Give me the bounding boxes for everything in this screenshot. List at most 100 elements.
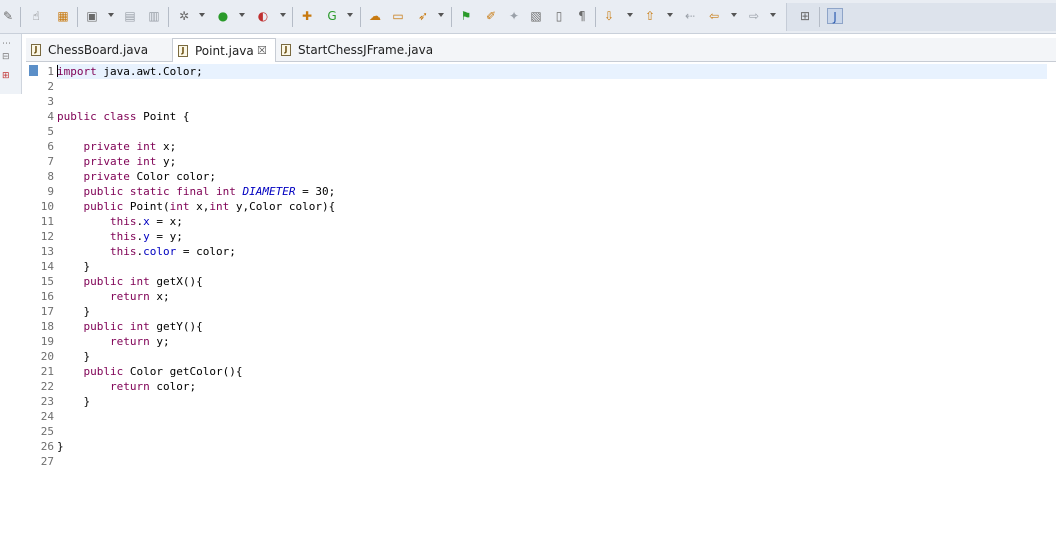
java-file-icon: J xyxy=(31,44,41,56)
view-menu-icon[interactable]: ⋯ xyxy=(2,38,16,50)
mark-occurrences-icon[interactable]: ✐ xyxy=(483,8,499,24)
line-number: 21 xyxy=(40,365,54,378)
code-line[interactable]: private Color color; xyxy=(57,169,216,184)
open-type-icon[interactable]: ☁ xyxy=(367,8,383,24)
previous-annotation-icon[interactable]: ⇧ xyxy=(642,8,658,24)
chevron-down-icon[interactable] xyxy=(770,13,776,17)
line-number: 18 xyxy=(40,320,54,333)
hierarchy-icon[interactable]: ⊞ xyxy=(2,70,16,82)
code-line[interactable]: } xyxy=(57,394,90,409)
debug-icon[interactable]: ✲ xyxy=(176,8,192,24)
show-whitespace-icon[interactable]: ▯ xyxy=(551,8,567,24)
line-number: 26 xyxy=(40,440,54,453)
java-perspective-icon[interactable]: J xyxy=(827,8,843,24)
line-number: 25 xyxy=(40,425,54,438)
chevron-down-icon[interactable] xyxy=(627,13,633,17)
chevron-down-icon[interactable] xyxy=(347,13,353,17)
line-number: 11 xyxy=(40,215,54,228)
code-line[interactable]: private int y; xyxy=(57,154,177,169)
line-number: 2 xyxy=(47,80,54,93)
code-line[interactable]: public Point(int x,int y,Color color){ xyxy=(57,199,336,214)
tab-point-java[interactable]: J Point.java ☒ xyxy=(172,38,276,62)
toolbar-separator xyxy=(595,7,596,27)
chevron-down-icon[interactable] xyxy=(731,13,737,17)
line-number: 1 xyxy=(47,65,54,78)
code-area[interactable]: import java.awt.Color; public class Point… xyxy=(57,62,1047,552)
toolbar-left-group: ✎ ☝ ▦ ▣ ▤ ▥ ✲ ● ◐ ✚ G ☁ ▭ ➶ ⚑ ✐ ✦ ▧ ▯ ¶ … xyxy=(0,3,786,31)
word-wrap-icon[interactable]: ▧ xyxy=(528,8,544,24)
pin-editor-icon[interactable]: ✎ xyxy=(0,8,16,24)
line-number: 3 xyxy=(47,95,54,108)
pilcrow-icon[interactable]: ¶ xyxy=(574,8,590,24)
toggle-block-icon[interactable]: ✦ xyxy=(506,8,522,24)
open-folder-icon[interactable]: ▭ xyxy=(390,8,406,24)
editor-tab-bar: J ChessBoard.java J Point.java ☒ J Start… xyxy=(26,38,1056,62)
restore-icon[interactable]: ⊟ xyxy=(2,51,16,63)
save-icon[interactable]: ▤ xyxy=(122,8,138,24)
line-number: 13 xyxy=(40,245,54,258)
line-number: 4 xyxy=(47,110,54,123)
tab-label: Point.java xyxy=(195,44,254,58)
bookmark-marker[interactable] xyxy=(29,65,38,76)
code-line[interactable]: return color; xyxy=(57,379,196,394)
line-number: 10 xyxy=(40,200,54,213)
code-line[interactable]: } xyxy=(57,349,90,364)
new-class-icon[interactable]: G xyxy=(324,8,340,24)
toggle-breadcrumb-icon[interactable]: ⚑ xyxy=(458,8,474,24)
code-editor[interactable]: 1 2 3 4 5 6 7 8 9 10 11 12 13 14 15 16 17 18 19 20 21 22 23 24 2… xyxy=(26,62,1056,552)
run-icon[interactable]: ● xyxy=(215,8,231,24)
next-annotation-icon[interactable]: ⇩ xyxy=(601,8,617,24)
tab-chessboard-java[interactable]: J ChessBoard.java xyxy=(26,38,172,62)
chevron-down-icon[interactable] xyxy=(667,13,673,17)
tab-label: ChessBoard.java xyxy=(48,43,149,57)
back-icon[interactable]: ⇦ xyxy=(706,8,722,24)
chevron-down-icon[interactable] xyxy=(199,13,205,17)
line-number: 27 xyxy=(40,455,54,468)
toggle-mark-icon[interactable]: ☝ xyxy=(28,8,44,24)
java-file-icon: J xyxy=(178,45,188,57)
code-line[interactable]: return x; xyxy=(57,289,170,304)
line-number: 7 xyxy=(47,155,54,168)
main-toolbar: ✎ ☝ ▦ ▣ ▤ ▥ ✲ ● ◐ ✚ G ☁ ▭ ➶ ⚑ ✐ ✦ ▧ ▯ ¶ … xyxy=(0,0,1056,34)
code-line[interactable]: return y; xyxy=(57,334,170,349)
line-number: 16 xyxy=(40,290,54,303)
forward-icon[interactable]: ⇨ xyxy=(746,8,762,24)
line-number: 6 xyxy=(47,140,54,153)
search-icon[interactable]: ➶ xyxy=(415,8,431,24)
code-line[interactable]: public static final int DIAMETER = 30; xyxy=(57,184,336,199)
code-line[interactable]: } xyxy=(57,259,90,274)
save-all-icon[interactable]: ▥ xyxy=(146,8,162,24)
toolbar-separator xyxy=(20,7,21,27)
code-line[interactable]: public class Point { xyxy=(57,109,189,124)
code-line[interactable]: public Color getColor(){ xyxy=(57,364,243,379)
java-file-icon: J xyxy=(281,44,291,56)
code-line[interactable]: } xyxy=(57,304,90,319)
toolbar-separator xyxy=(360,7,361,27)
new-wizard-icon[interactable]: ▣ xyxy=(84,8,100,24)
line-number: 17 xyxy=(40,305,54,318)
line-number: 8 xyxy=(47,170,54,183)
code-line[interactable]: this.color = color; xyxy=(57,244,236,259)
code-line[interactable]: this.y = y; xyxy=(57,229,183,244)
chevron-down-icon[interactable] xyxy=(108,13,114,17)
code-line[interactable]: import java.awt.Color; xyxy=(57,64,1047,79)
last-edit-icon[interactable]: ⇠ xyxy=(682,8,698,24)
package-icon[interactable]: ▦ xyxy=(55,8,71,24)
open-perspective-icon[interactable]: ⊞ xyxy=(797,8,813,24)
code-line[interactable]: public int getY(){ xyxy=(57,319,203,334)
code-line[interactable]: private int x; xyxy=(57,139,177,154)
new-java-project-icon[interactable]: ✚ xyxy=(299,8,315,24)
line-number: 19 xyxy=(40,335,54,348)
toolbar-separator xyxy=(292,7,293,27)
chevron-down-icon[interactable] xyxy=(239,13,245,17)
chevron-down-icon[interactable] xyxy=(438,13,444,17)
run-external-icon[interactable]: ◐ xyxy=(255,8,271,24)
line-number: 24 xyxy=(40,410,54,423)
close-icon[interactable]: ☒ xyxy=(257,39,267,63)
line-number: 9 xyxy=(47,185,54,198)
chevron-down-icon[interactable] xyxy=(280,13,286,17)
tab-startchessjframe-java[interactable]: J StartChessJFrame.java xyxy=(276,38,446,62)
code-line[interactable]: public int getX(){ xyxy=(57,274,203,289)
code-line[interactable]: } xyxy=(57,439,64,454)
code-line[interactable]: this.x = x; xyxy=(57,214,183,229)
